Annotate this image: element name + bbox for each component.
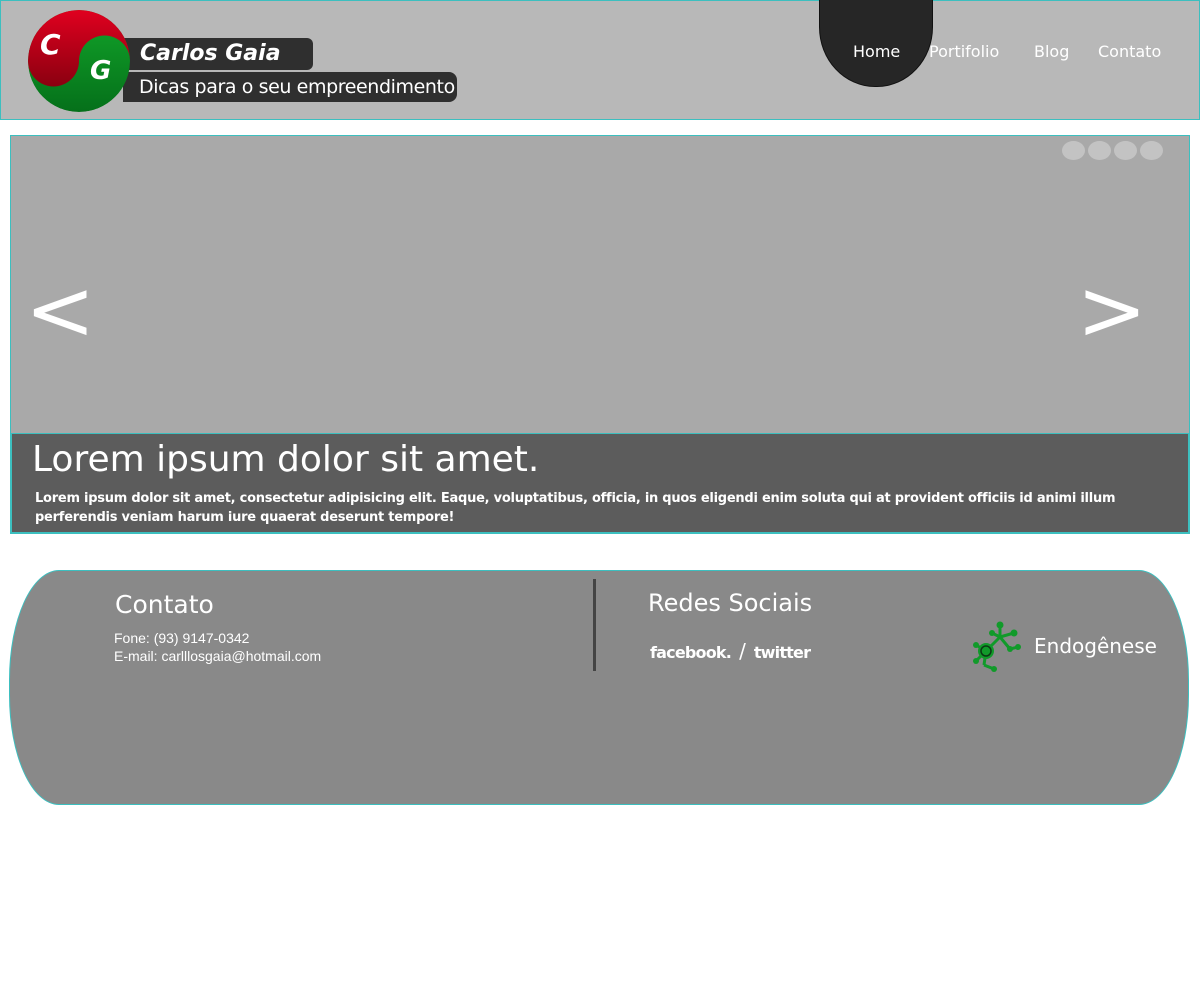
footer-contato-title: Contato bbox=[115, 590, 214, 619]
endogenese-logo-icon bbox=[973, 621, 1021, 672]
slider-dot[interactable] bbox=[1114, 141, 1137, 160]
slide-caption-title: Lorem ipsum dolor sit amet. bbox=[32, 439, 540, 480]
footer-phone: Fone: (93) 9147-0342 bbox=[114, 630, 250, 646]
slider-dot[interactable] bbox=[1140, 141, 1163, 160]
nav-item-portifolio[interactable]: Portifolio bbox=[929, 41, 999, 63]
facebook-link[interactable]: facebook. bbox=[650, 643, 732, 662]
endogenese-brand[interactable]: Endogênese bbox=[970, 621, 1170, 672]
slide-caption: Lorem ipsum dolor sit amet. Lorem ipsum … bbox=[11, 433, 1189, 533]
nav-item-blog[interactable]: Blog bbox=[1034, 41, 1069, 63]
slider-dot[interactable] bbox=[1088, 141, 1111, 160]
logo-letter-g: G bbox=[90, 56, 112, 86]
nav-item-contato[interactable]: Contato bbox=[1098, 41, 1161, 63]
social-separator: / bbox=[739, 639, 746, 663]
logo-letter-c: C bbox=[40, 28, 61, 61]
social-links: facebook. / twitter bbox=[650, 639, 811, 665]
slider-dot[interactable] bbox=[1062, 141, 1085, 160]
site-header: C G Carlos Gaia Dicas para o seu empreen… bbox=[0, 0, 1200, 120]
site-name: Carlos Gaia bbox=[123, 38, 313, 70]
nav-item-home[interactable]: Home bbox=[853, 41, 900, 63]
slider-next-button[interactable]: > bbox=[1077, 268, 1147, 352]
footer-email[interactable]: E-mail: carlllosgaia@hotmail.com bbox=[114, 647, 321, 665]
hero-slider: < > Lorem ipsum dolor sit amet. Lorem ip… bbox=[10, 135, 1190, 534]
slider-pagination bbox=[1062, 141, 1163, 160]
footer-redes-title: Redes Sociais bbox=[648, 589, 813, 617]
twitter-link[interactable]: twitter bbox=[754, 643, 811, 662]
endogenese-name: Endogênese bbox=[1034, 634, 1157, 658]
logo-emblem-icon bbox=[28, 10, 130, 112]
footer-divider bbox=[593, 579, 596, 671]
site-footer: Contato Fone: (93) 9147-0342 E-mail: car… bbox=[9, 570, 1189, 805]
slide-caption-text: Lorem ipsum dolor sit amet, consectetur … bbox=[35, 491, 1116, 525]
site-tagline: Dicas para o seu empreendimento bbox=[123, 72, 457, 102]
slider-prev-button[interactable]: < bbox=[25, 268, 95, 352]
